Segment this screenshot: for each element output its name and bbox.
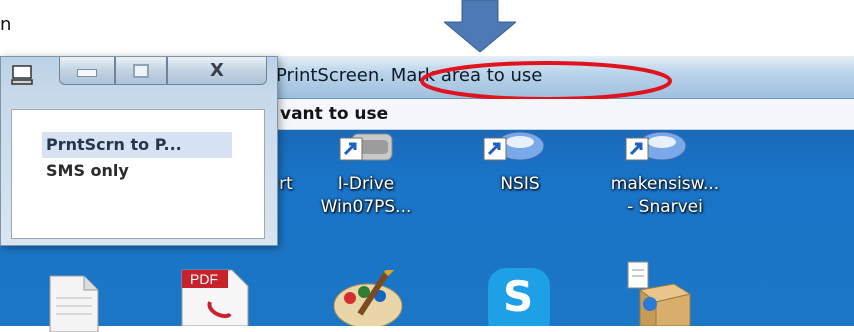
- makensis-icon: [625, 131, 687, 161]
- mode-list: PrntScrn to P... SMS only: [11, 109, 265, 239]
- maximize-button[interactable]: [115, 57, 167, 85]
- minimize-icon: [77, 68, 97, 77]
- desktop-icon-idrive[interactable]: I-Drive Win07PS...: [316, 128, 446, 248]
- skype-icon[interactable]: S: [488, 268, 550, 326]
- desktop-icon-label: I-Drive: [337, 174, 395, 194]
- desktop-icon-label: Win07PS...: [320, 197, 412, 217]
- text-file-icon[interactable]: [44, 272, 104, 332]
- list-item-prntscrn[interactable]: PrntScrn to P...: [42, 132, 232, 158]
- minimize-button[interactable]: [59, 57, 115, 85]
- edge-text: n: [0, 14, 12, 35]
- desktop-icon-label: NSIS: [500, 174, 540, 194]
- desktop-icon-makensis[interactable]: makensisw... - Snarvei: [600, 128, 740, 238]
- desktop-icon-label: - Snarvei: [627, 197, 703, 217]
- skype-letter: S: [503, 272, 534, 321]
- paint-palette-icon[interactable]: [330, 270, 410, 326]
- installer-box-icon[interactable]: [624, 260, 694, 326]
- close-button[interactable]: X: [167, 57, 267, 85]
- screenshot-stage: n PrintScreen. Mark area to use vant to …: [0, 0, 854, 332]
- prntscrn-window: X PrntScrn to P... SMS only: [0, 56, 278, 246]
- list-item-sms[interactable]: SMS only: [42, 158, 232, 184]
- desktop-icon-label: makensisw...: [610, 174, 720, 194]
- computer-icon: [11, 65, 33, 85]
- info-bar: vant to use: [264, 99, 854, 130]
- info-text: vant to use: [280, 104, 389, 124]
- desktop-icon-partial[interactable]: rt: [276, 150, 296, 220]
- drive-icon: [339, 133, 393, 161]
- maximize-icon: [133, 63, 149, 78]
- desktop-icon-nsis[interactable]: NSIS: [474, 128, 574, 228]
- pdf-badge: PDF: [190, 271, 218, 287]
- down-arrow-icon: [444, 0, 516, 52]
- window-controls: X: [59, 57, 271, 87]
- close-icon: X: [210, 60, 224, 81]
- highlight-ellipse: [420, 61, 672, 101]
- pdf-file-icon[interactable]: PDF: [176, 262, 254, 326]
- nsis-icon: [483, 131, 545, 161]
